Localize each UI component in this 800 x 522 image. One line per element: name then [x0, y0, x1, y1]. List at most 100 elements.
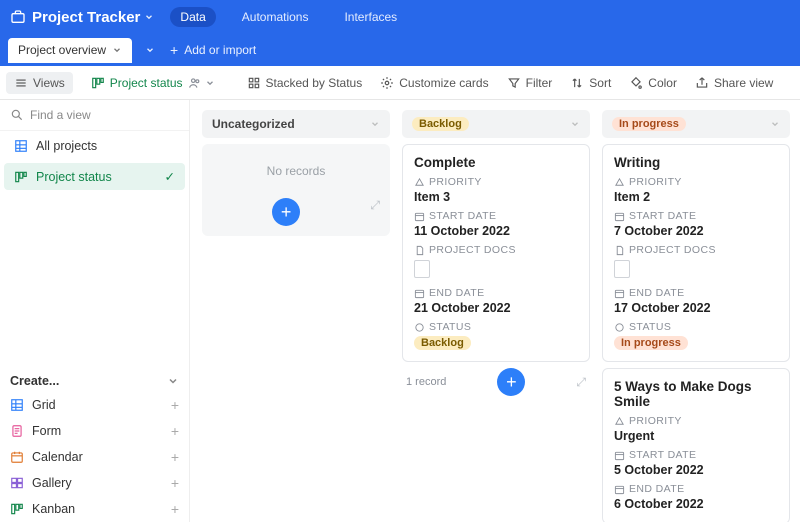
create-form[interactable]: Form + — [0, 418, 189, 444]
chevron-down-icon — [370, 119, 380, 129]
add-or-import-button[interactable]: + Add or import — [170, 42, 256, 58]
share-icon — [695, 76, 709, 90]
tab-interfaces[interactable]: Interfaces — [334, 7, 407, 27]
record-card[interactable]: Writing PRIORITY Item 2 START DATE 7 Oct… — [602, 144, 790, 362]
calendar-icon — [414, 211, 425, 222]
search-placeholder: Find a view — [30, 108, 91, 122]
field-value-end-date: 21 October 2022 — [414, 301, 578, 315]
sidebar-item-project-status[interactable]: Project status ✓ — [4, 163, 185, 190]
table-tab-more-button[interactable] — [138, 38, 162, 62]
column-header[interactable]: In progress — [602, 110, 790, 138]
plus-icon: + — [171, 501, 179, 517]
sidebar-item-label: Project status — [36, 170, 112, 184]
field-value-priority: Urgent — [614, 429, 778, 443]
create-item-label: Grid — [32, 398, 56, 412]
customize-icon — [380, 76, 394, 90]
view-name-button[interactable]: Project status — [83, 72, 223, 94]
field-label-status: STATUS — [414, 321, 578, 333]
create-calendar[interactable]: Calendar + — [0, 444, 189, 470]
field-label-start-date: START DATE — [414, 210, 578, 222]
sort-button[interactable]: Sort — [562, 72, 619, 94]
field-label-priority: PRIORITY — [614, 176, 778, 188]
filter-icon — [507, 76, 521, 90]
calendar-icon — [614, 484, 625, 495]
table-tab-project-overview[interactable]: Project overview — [8, 38, 132, 63]
field-label-start-date: START DATE — [614, 449, 778, 461]
column-uncategorized: Uncategorized No records + ⤢ — [202, 110, 390, 522]
column-footer: 1 record + ⤢ — [402, 362, 590, 396]
base-icon — [10, 9, 26, 25]
add-record-button[interactable]: + — [272, 198, 300, 226]
plus-icon: + — [171, 423, 179, 439]
column-backlog: Backlog Complete PRIORITY Item 3 START D… — [402, 110, 590, 522]
field-label-end-date: END DATE — [614, 287, 778, 299]
tab-data[interactable]: Data — [170, 7, 215, 27]
field-label-end-date: END DATE — [414, 287, 578, 299]
plus-icon: + — [170, 42, 178, 58]
calendar-icon — [10, 450, 24, 464]
check-icon: ✓ — [165, 169, 175, 184]
field-value-priority: Item 2 — [614, 190, 778, 204]
customize-cards-button[interactable]: Customize cards — [372, 72, 496, 94]
field-label-end-date: END DATE — [614, 483, 778, 495]
chevron-down-icon[interactable] — [144, 12, 154, 22]
sidebar-create-toggle[interactable]: Create... — [0, 366, 189, 392]
share-label: Share view — [714, 76, 773, 90]
field-label-project-docs: PROJECT DOCS — [614, 244, 778, 256]
add-or-import-label: Add or import — [184, 43, 256, 57]
sidebar-item-label: All projects — [36, 139, 97, 153]
add-record-button[interactable]: + — [497, 368, 525, 396]
find-view-search[interactable]: Find a view — [0, 100, 189, 131]
plus-icon: + — [171, 475, 179, 491]
calendar-icon — [414, 288, 425, 299]
record-card[interactable]: Complete PRIORITY Item 3 START DATE 11 O… — [402, 144, 590, 362]
create-kanban[interactable]: Kanban + — [0, 496, 189, 522]
stacked-by-button[interactable]: Stacked by Status — [239, 72, 371, 94]
priority-icon — [414, 177, 425, 188]
calendar-icon — [614, 288, 625, 299]
color-button[interactable]: Color — [621, 72, 685, 94]
sidebar-item-all-projects[interactable]: All projects — [4, 133, 185, 159]
views-button[interactable]: Views — [6, 72, 73, 94]
doc-thumbnail — [614, 260, 630, 278]
chevron-down-icon — [112, 45, 122, 55]
app-title: Project Tracker — [32, 9, 140, 26]
chevron-down-icon — [167, 375, 179, 387]
record-card[interactable]: 5 Ways to Make Dogs Smile PRIORITY Urgen… — [602, 368, 790, 522]
no-records-label: No records — [202, 164, 390, 178]
stack-icon — [247, 76, 261, 90]
doc-thumbnail — [414, 260, 430, 278]
record-count: 1 record — [406, 376, 446, 388]
customize-label: Customize cards — [399, 76, 488, 90]
field-label-project-docs: PROJECT DOCS — [414, 244, 578, 256]
field-value-start-date: 11 October 2022 — [414, 224, 578, 238]
chevron-down-icon — [205, 78, 215, 88]
kanban-icon — [14, 170, 28, 184]
field-value-status: In progress — [614, 336, 688, 350]
views-label: Views — [33, 76, 65, 90]
filter-button[interactable]: Filter — [499, 72, 561, 94]
field-label-priority: PRIORITY — [414, 176, 578, 188]
create-gallery[interactable]: Gallery + — [0, 470, 189, 496]
field-value-end-date: 6 October 2022 — [614, 497, 778, 511]
color-label: Color — [648, 76, 677, 90]
field-value-start-date: 5 October 2022 — [614, 463, 778, 477]
filter-label: Filter — [526, 76, 553, 90]
column-title: In progress — [612, 117, 686, 131]
chevron-down-icon — [770, 119, 780, 129]
chevron-down-icon — [570, 119, 580, 129]
create-item-label: Kanban — [32, 502, 75, 516]
expand-icon[interactable]: ⤢ — [576, 375, 586, 390]
expand-icon[interactable]: ⤢ — [370, 198, 380, 213]
column-header[interactable]: Uncategorized — [202, 110, 390, 138]
calendar-icon — [614, 211, 625, 222]
column-header[interactable]: Backlog — [402, 110, 590, 138]
view-name-label: Project status — [110, 76, 183, 90]
field-value-end-date: 17 October 2022 — [614, 301, 778, 315]
tab-automations[interactable]: Automations — [232, 7, 319, 27]
grid-icon — [14, 139, 28, 153]
create-grid[interactable]: Grid + — [0, 392, 189, 418]
empty-column: No records + ⤢ — [202, 144, 390, 236]
share-view-button[interactable]: Share view — [687, 72, 781, 94]
doc-icon — [414, 245, 425, 256]
